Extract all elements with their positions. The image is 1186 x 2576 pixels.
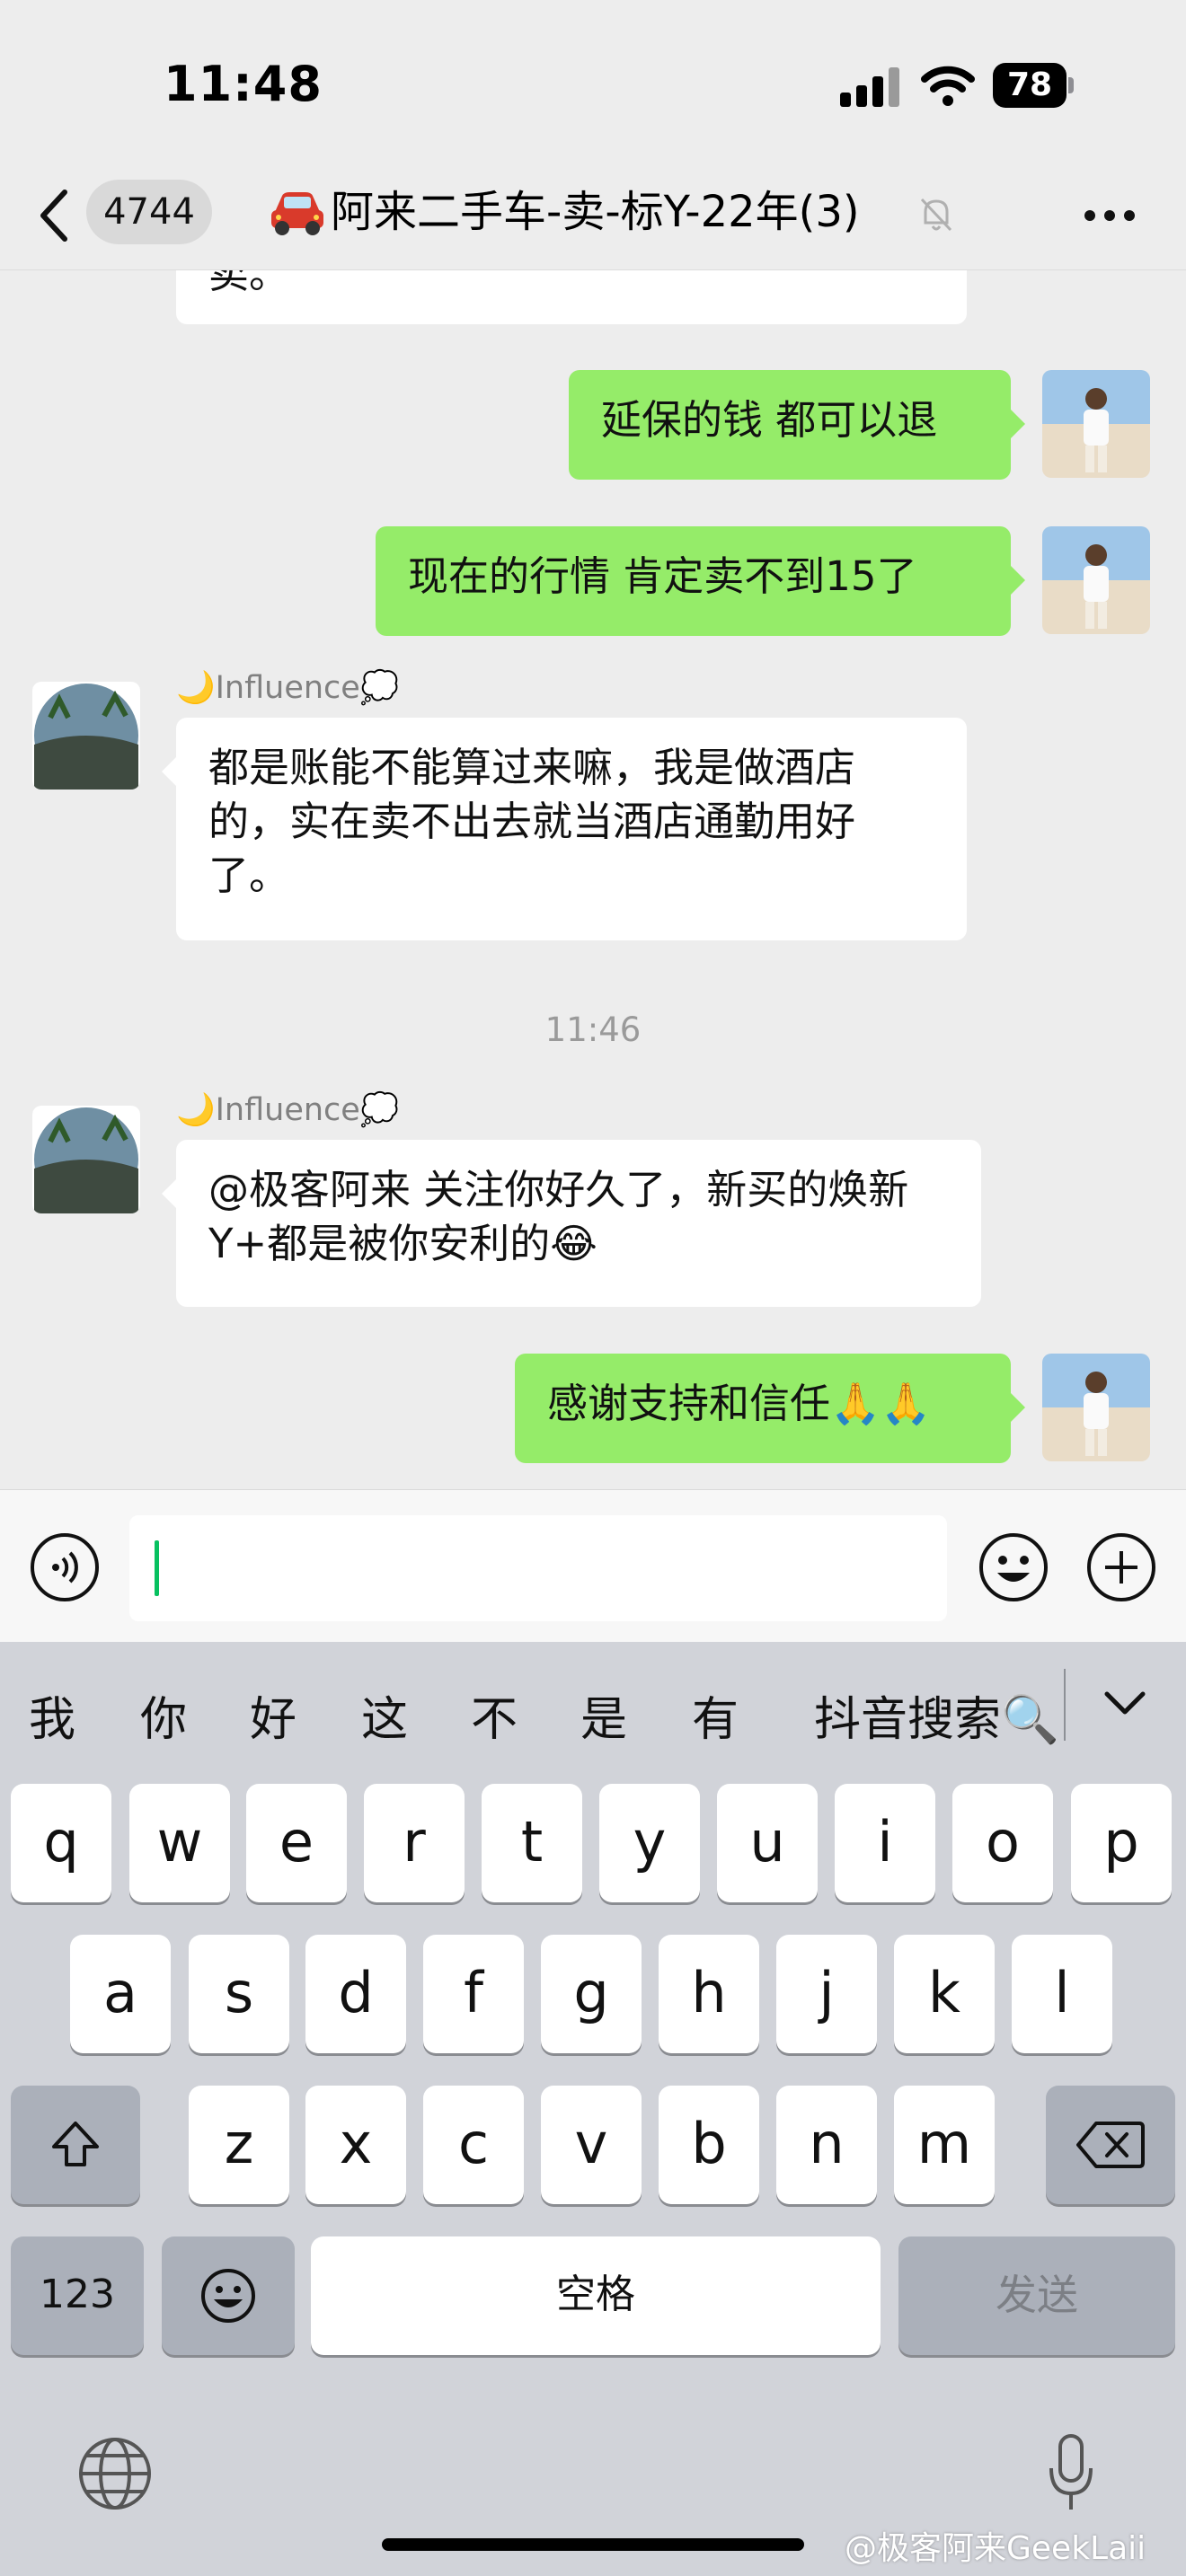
wifi-icon: [921, 66, 975, 106]
my-avatar[interactable]: [1042, 370, 1150, 478]
key-y[interactable]: y: [599, 1784, 700, 1902]
message-text: @极客阿来 关注你好久了，新买的焕新Y+都是被你安利的😂: [208, 1166, 909, 1267]
message-text: 都是账能不能算过来嘛，我是做酒店的，实在卖不出去就当酒店通勤用好了。: [208, 744, 856, 899]
key-b[interactable]: b: [659, 2086, 759, 2204]
key-w[interactable]: w: [129, 1784, 230, 1902]
message-input[interactable]: [129, 1515, 947, 1621]
key-c[interactable]: c: [423, 2086, 524, 2204]
key-q[interactable]: q: [11, 1784, 111, 1902]
message-bubble-outgoing[interactable]: 延保的钱 都可以退: [569, 370, 1025, 480]
candidate-word[interactable]: 你: [140, 1681, 187, 1749]
emoji-key[interactable]: [162, 2236, 295, 2355]
key-m[interactable]: m: [894, 2086, 995, 2204]
sender-name: 🌙Influence💭: [176, 670, 400, 706]
key-l[interactable]: l: [1012, 1935, 1112, 2053]
message-text: 延保的钱 都可以退: [601, 396, 938, 444]
message-bubble-incoming[interactable]: @极客阿来 关注你好久了，新买的焕新Y+都是被你安利的😂: [162, 1140, 981, 1307]
key-h[interactable]: h: [659, 1935, 759, 2053]
key-z[interactable]: z: [189, 2086, 289, 2204]
my-avatar[interactable]: [1042, 526, 1150, 634]
sender-avatar[interactable]: [32, 682, 140, 790]
numbers-key[interactable]: 123: [11, 2236, 144, 2355]
message-bubble-outgoing[interactable]: 现在的行情 肯定卖不到15了: [376, 526, 1025, 636]
key-g[interactable]: g: [541, 1935, 642, 2053]
key-v[interactable]: v: [541, 2086, 642, 2204]
key-x[interactable]: x: [305, 2086, 406, 2204]
key-a[interactable]: a: [70, 1935, 171, 2053]
send-key[interactable]: 发送: [898, 2236, 1175, 2355]
key-r[interactable]: r: [364, 1784, 465, 1902]
chat-header: 4744 阿来二手车-卖-标Y-22年(3): [0, 162, 1186, 270]
battery-level: 78: [993, 63, 1067, 108]
backspace-icon: [1076, 2122, 1145, 2168]
sender-name: 🌙Influence💭: [176, 1092, 400, 1128]
key-k[interactable]: k: [894, 1935, 995, 2053]
chevron-left-icon[interactable]: [36, 187, 72, 244]
sender-avatar[interactable]: [32, 1106, 140, 1213]
car-icon: [271, 192, 323, 235]
key-n[interactable]: n: [776, 2086, 877, 2204]
bell-slash-icon: [920, 198, 952, 232]
text-cursor: [155, 1540, 159, 1596]
key-o[interactable]: o: [952, 1784, 1053, 1902]
microphone-icon[interactable]: [1044, 2432, 1098, 2513]
key-s[interactable]: s: [189, 1935, 289, 2053]
candidate-word[interactable]: 这: [361, 1681, 408, 1749]
watermark: @极客阿来GeekLaii: [845, 2530, 1146, 2567]
key-d[interactable]: d: [305, 1935, 406, 2053]
chevron-down-icon[interactable]: [1103, 1690, 1146, 1717]
key-e[interactable]: e: [246, 1784, 347, 1902]
ellipsis-icon[interactable]: [1083, 208, 1137, 223]
my-avatar[interactable]: [1042, 1354, 1150, 1461]
status-time: 11:48: [164, 56, 323, 112]
key-i[interactable]: i: [835, 1784, 935, 1902]
candidate-word[interactable]: 不: [471, 1681, 518, 1749]
plus-circle-icon[interactable]: [1085, 1531, 1157, 1603]
message-bubble-outgoing[interactable]: 感谢支持和信任🙏🙏: [515, 1354, 1025, 1463]
unread-count-badge[interactable]: 4744: [86, 180, 212, 244]
candidate-word[interactable]: 好: [250, 1681, 296, 1749]
message-text: 感谢支持和信任🙏🙏: [547, 1380, 932, 1427]
emoji-icon: [201, 2269, 255, 2323]
key-f[interactable]: f: [423, 1935, 524, 2053]
delete-key[interactable]: [1046, 2086, 1175, 2204]
key-j[interactable]: j: [776, 1935, 877, 2053]
candidate-word[interactable]: 有: [692, 1681, 739, 1749]
message-bubble-incoming[interactable]: 都是账能不能算过来嘛，我是做酒店的，实在卖不出去就当酒店通勤用好了。: [162, 718, 967, 940]
space-key[interactable]: 空格: [311, 2236, 881, 2355]
globe-icon[interactable]: [77, 2436, 153, 2511]
key-u[interactable]: u: [717, 1784, 818, 1902]
chat-title: 阿来二手车-卖-标Y-22年(3): [331, 187, 860, 237]
message-input-bar: [0, 1489, 1186, 1643]
battery-icon: 78: [993, 63, 1074, 108]
message-bubble-incoming[interactable]: 卖。: [176, 270, 967, 324]
candidate-word[interactable]: 是: [580, 1681, 627, 1749]
key-p[interactable]: p: [1071, 1784, 1172, 1902]
emoji-icon[interactable]: [978, 1531, 1049, 1603]
candidate-word[interactable]: 我: [29, 1681, 75, 1749]
chat-area: 卖。 延保的钱 都可以退 现在的行情 肯定卖不到15了 🌙Influence💭 …: [0, 270, 1186, 1488]
message-text: 现在的行情 肯定卖不到15了: [408, 552, 917, 600]
home-indicator[interactable]: [382, 2538, 804, 2551]
voice-icon[interactable]: [29, 1531, 101, 1603]
candidate-word[interactable]: 抖音搜索🔍: [814, 1681, 1064, 1749]
candidate-divider: [1064, 1669, 1066, 1741]
key-t[interactable]: t: [482, 1784, 582, 1902]
keyboard: 我 你 好 这 不 是 有 抖音搜索🔍 q w e r t y u i o p …: [0, 1642, 1186, 2576]
message-timestamp: 11:46: [544, 1010, 642, 1049]
shift-icon: [52, 2122, 99, 2166]
message-text: 卖。: [208, 270, 290, 297]
shift-key[interactable]: [11, 2086, 140, 2204]
cellular-signal-icon: [840, 67, 903, 107]
